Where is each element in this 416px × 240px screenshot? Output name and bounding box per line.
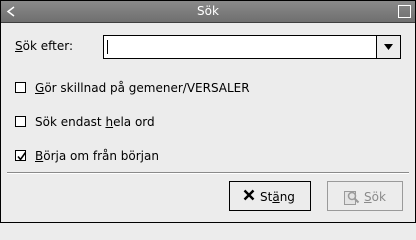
search-dialog: Sök Sök efter: Gör skillnad på gemener/V… bbox=[0, 0, 416, 223]
button-separator bbox=[7, 172, 409, 174]
search-button[interactable]: Sök bbox=[327, 181, 403, 211]
whole-words-label: Sök endast hela ord bbox=[35, 115, 155, 129]
close-button-label: Stäng bbox=[260, 190, 295, 204]
chevron-down-icon bbox=[384, 44, 393, 50]
wrap-around-label: Börja om från början bbox=[35, 149, 159, 163]
search-input[interactable] bbox=[104, 36, 374, 58]
search-button-label: Sök bbox=[364, 190, 386, 204]
window-close-icon[interactable] bbox=[398, 5, 411, 18]
search-label: Sök efter: bbox=[15, 39, 73, 53]
search-history-dropdown-button[interactable] bbox=[376, 36, 400, 58]
search-combo[interactable] bbox=[103, 35, 401, 59]
close-x-icon bbox=[243, 189, 255, 204]
case-sensitive-checkbox[interactable] bbox=[15, 82, 26, 93]
checkmark-icon bbox=[17, 152, 27, 161]
case-sensitive-label: Gör skillnad på gemener/VERSALER bbox=[35, 81, 250, 95]
text-caret bbox=[107, 40, 108, 54]
whole-words-checkbox[interactable] bbox=[15, 116, 26, 127]
close-button[interactable]: Stäng bbox=[229, 181, 311, 211]
title-bar: Sök bbox=[1, 1, 415, 23]
window-title: Sök bbox=[197, 4, 219, 18]
find-icon bbox=[344, 189, 360, 208]
wrap-around-checkbox[interactable] bbox=[15, 150, 27, 161]
